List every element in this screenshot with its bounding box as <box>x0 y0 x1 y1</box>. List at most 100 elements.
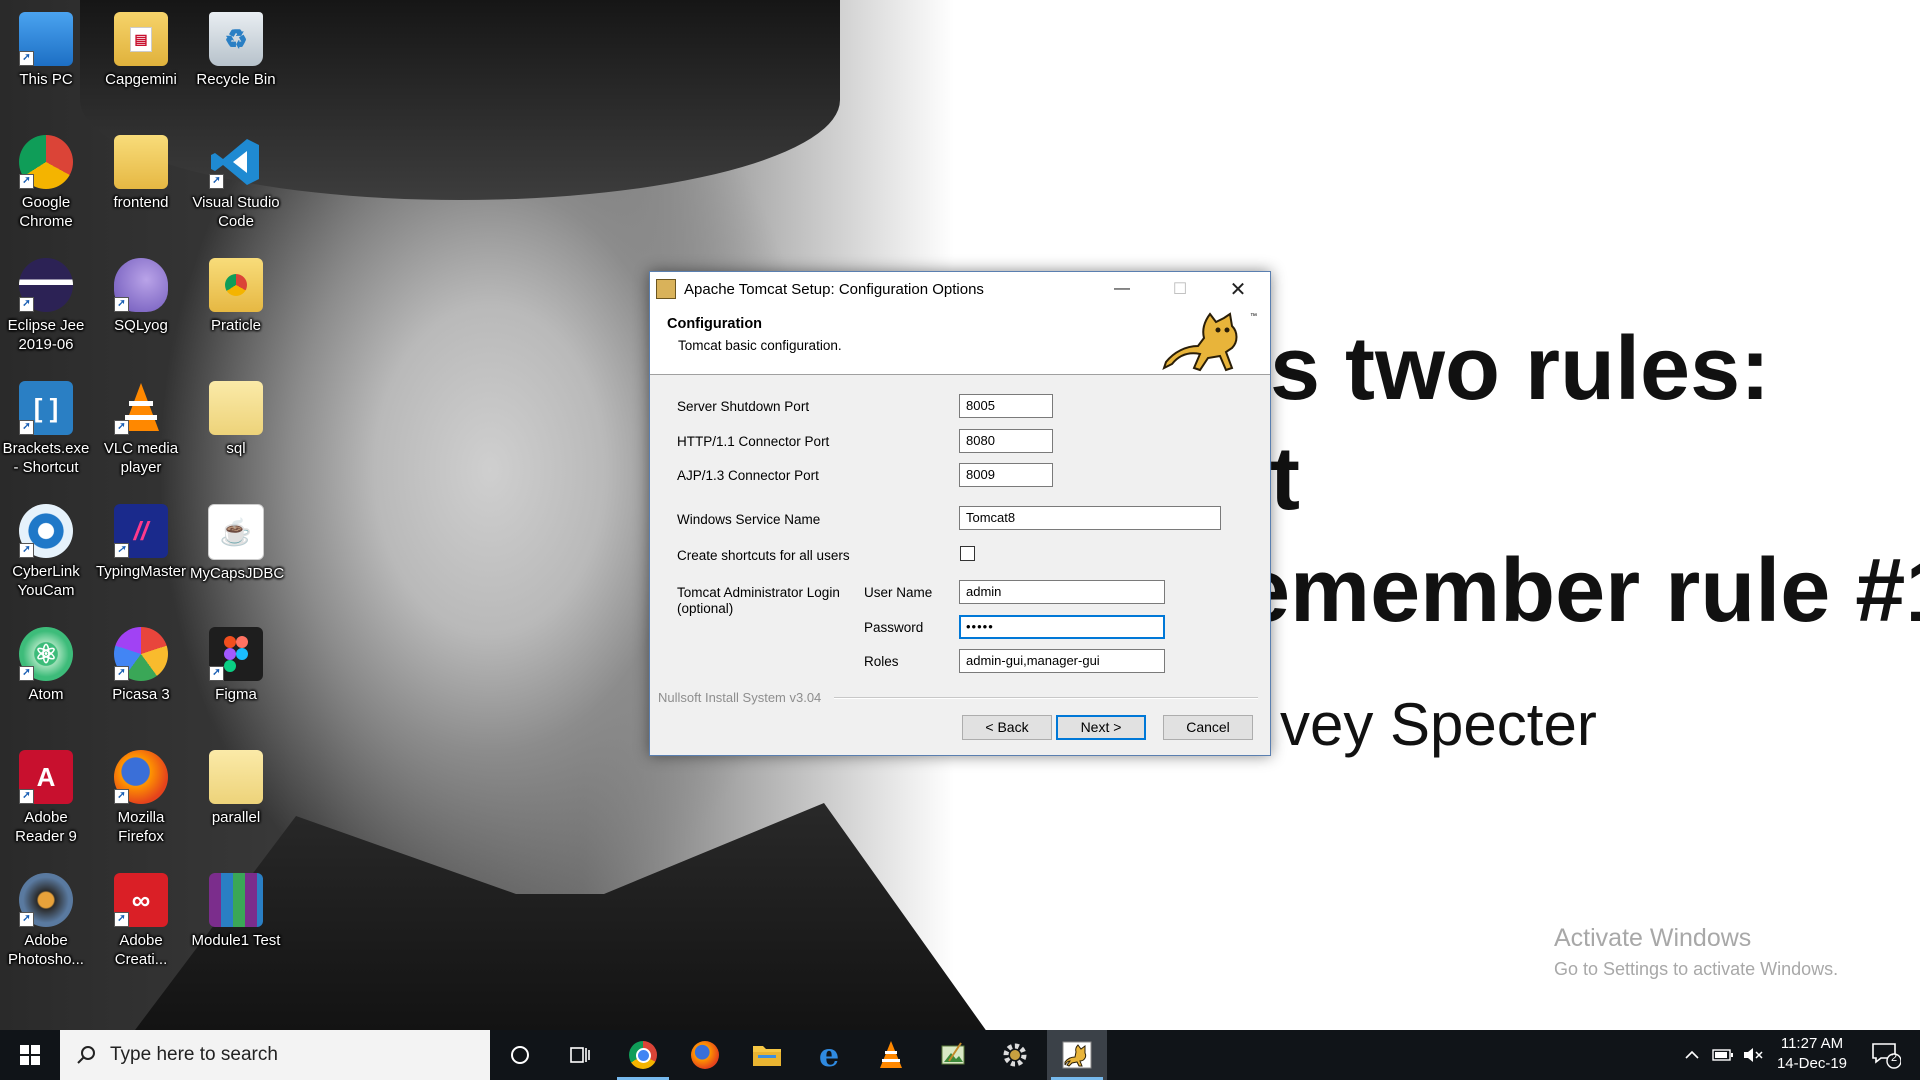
taskbar-file-explorer[interactable] <box>737 1030 797 1080</box>
back-button[interactable]: < Back <box>962 715 1052 740</box>
desktop-icon-adobe-reader[interactable]: A ➚ Adobe Reader 9 <box>0 750 92 846</box>
desktop-icon-vscode[interactable]: ➚ Visual Studio Code <box>190 135 282 231</box>
taskbar-clock[interactable]: 11:27 AM 14-Dec-19 <box>1752 1034 1872 1074</box>
cortana-button[interactable] <box>490 1030 550 1080</box>
next-button[interactable]: Next > <box>1056 715 1146 740</box>
shutdown-port-input[interactable]: 8005 <box>959 394 1053 418</box>
desktop-icon-module1-test[interactable]: Module1 Test <box>190 873 282 950</box>
shortcut-arrow-icon: ➚ <box>19 174 34 189</box>
desktop-icon-cyberlink-youcam[interactable]: ➚ CyberLink YouCam <box>0 504 92 600</box>
chrome-center-icon <box>635 1047 651 1063</box>
desktop-icon-sql[interactable]: sql <box>190 381 282 458</box>
desktop-icon-label: Brackets.exe - Shortcut <box>2 440 90 476</box>
taskbar-image-viewer[interactable] <box>923 1030 983 1080</box>
desktop-icon-vlc[interactable]: ➚ VLC media player <box>95 381 187 477</box>
desktop-icon-adobe-photoshop[interactable]: ➚ Adobe Photosho... <box>0 873 92 969</box>
desktop-icon-praticle[interactable]: Praticle <box>190 258 282 335</box>
desktop-icon-firefox[interactable]: ➚ Mozilla Firefox <box>95 750 187 846</box>
taskbar-search-box[interactable]: Type here to search <box>60 1030 490 1080</box>
desktop-icon-label: VLC media player <box>103 440 179 476</box>
show-hidden-icons-button[interactable] <box>1678 1030 1706 1080</box>
desktop-icon-this-pc[interactable]: ➚ This PC <box>0 12 92 89</box>
battery-button[interactable] <box>1708 1030 1738 1080</box>
http-port-input[interactable]: 8080 <box>959 429 1053 453</box>
action-center-button[interactable]: 2 <box>1862 1030 1910 1080</box>
taskbar-vlc[interactable] <box>861 1030 921 1080</box>
search-placeholder: Type here to search <box>110 1044 278 1065</box>
shortcut-arrow-icon: ➚ <box>19 51 34 66</box>
desktop-icon-recycle-bin[interactable]: ♻ Recycle Bin <box>190 12 282 89</box>
creative-cloud-icon: ∞ ➚ <box>114 873 168 927</box>
desktop-icon-adobe-creative-cloud[interactable]: ∞ ➚ Adobe Creati... <box>95 873 187 969</box>
shortcut-arrow-icon: ➚ <box>114 543 129 558</box>
desktop-icon-label: Adobe Creati... <box>114 932 168 968</box>
webcam-icon: ➚ <box>19 504 73 558</box>
desktop-icon-label: MyCapsJDBC <box>190 565 285 582</box>
notification-count: 2 <box>1891 1052 1898 1064</box>
desktop-icon-label: parallel <box>211 809 261 826</box>
taskbar-tomcat-setup[interactable] <box>1047 1030 1107 1080</box>
tomcat-app-icon <box>1062 1041 1092 1069</box>
desktop-icon-picasa[interactable]: ➚ Picasa 3 <box>95 627 187 704</box>
desktop-icon-label: Adobe Photosho... <box>8 932 84 968</box>
dolphin-icon: ➚ <box>114 258 168 312</box>
figma-icon: ➚ <box>209 627 263 681</box>
monitor-icon: ➚ <box>19 12 73 66</box>
typingmaster-icon: //➚ <box>114 504 168 558</box>
taskbar-edge[interactable]: e <box>799 1030 859 1080</box>
clock-time: 11:27 AM <box>1780 1035 1844 1052</box>
cancel-button[interactable]: Cancel <box>1163 715 1253 740</box>
firefox-icon: ➚ <box>114 750 168 804</box>
java-icon: ☕ <box>208 504 264 560</box>
close-button[interactable]: ✕ <box>1209 272 1267 306</box>
nsis-brand-label: Nullsoft Install System v3.04 <box>658 690 822 705</box>
shortcut-arrow-icon: ➚ <box>114 789 129 804</box>
desktop-icon-google-chrome[interactable]: ➚ Google Chrome <box>0 135 92 231</box>
start-button[interactable] <box>0 1030 60 1080</box>
desktop-icon-parallel[interactable]: parallel <box>190 750 282 827</box>
desktop-icon-typingmaster[interactable]: //➚ TypingMaster <box>95 504 187 581</box>
desktop-icon-mycapsjdbc[interactable]: ☕ MyCapsJDBC <box>190 504 285 583</box>
service-name-input[interactable]: Tomcat8 <box>959 506 1221 530</box>
password-input[interactable]: ••••• <box>959 615 1165 639</box>
taskbar-settings-app[interactable] <box>985 1030 1045 1080</box>
desktop-icon-label: CyberLink YouCam <box>12 563 80 599</box>
desktop-icon-label: Capgemini <box>105 71 177 88</box>
header-title: Configuration <box>667 316 763 332</box>
firefox-icon <box>691 1041 719 1069</box>
task-view-icon <box>570 1047 590 1063</box>
vscode-icon: ➚ <box>209 135 263 189</box>
vlc-icon <box>880 1041 902 1068</box>
tomcat-logo-icon: ™ <box>1162 312 1257 372</box>
task-view-button[interactable] <box>550 1030 610 1080</box>
desktop-icon-eclipse[interactable]: ➚ Eclipse Jee 2019-06 <box>0 258 92 354</box>
admin-login-optional-label: (optional) <box>677 601 734 616</box>
desktop-icon-brackets[interactable]: [ ] ➚ Brackets.exe - Shortcut <box>0 381 92 477</box>
shortcut-arrow-icon: ➚ <box>114 912 129 927</box>
password-label: Password <box>864 620 924 635</box>
taskbar-chrome[interactable] <box>613 1030 673 1080</box>
minimize-button[interactable]: — <box>1093 272 1151 306</box>
ajp-port-input[interactable]: 8009 <box>959 463 1053 487</box>
pdf-folder-icon: ▤ <box>114 12 168 66</box>
desktop-icon-sqlyog[interactable]: ➚ SQLyog <box>95 258 187 335</box>
dialog-header: Configuration Tomcat basic configuration… <box>650 306 1270 375</box>
roles-input[interactable]: admin-gui,manager-gui <box>959 649 1165 673</box>
shortcuts-checkbox[interactable] <box>960 546 975 561</box>
search-icon <box>77 1046 95 1064</box>
desktop-icon-label: TypingMaster <box>95 563 187 580</box>
wallpaper-text-line: vey Specter <box>1280 691 1597 758</box>
dialog-titlebar[interactable]: Apache Tomcat Setup: Configuration Optio… <box>650 272 1270 306</box>
desktop-icon-label: Visual Studio Code <box>192 194 280 230</box>
desktop-icon-atom[interactable]: ⚛ ➚ Atom <box>0 627 92 704</box>
username-input[interactable]: admin <box>959 580 1165 604</box>
desktop-icon-capgemini[interactable]: ▤ Capgemini <box>95 12 187 89</box>
username-label: User Name <box>864 585 933 600</box>
taskbar-firefox[interactable] <box>675 1030 735 1080</box>
chrome-icon: ➚ <box>19 135 73 189</box>
desktop-icon-frontend[interactable]: frontend <box>95 135 187 212</box>
wallpaper-text-line: emember rule #1 <box>1240 541 1920 641</box>
desktop-icon-figma[interactable]: ➚ Figma <box>190 627 282 704</box>
taskbar: Type here to search e 11:27 AM 14-Dec-19 <box>0 1030 1920 1080</box>
desktop-icon-label: frontend <box>113 194 169 211</box>
